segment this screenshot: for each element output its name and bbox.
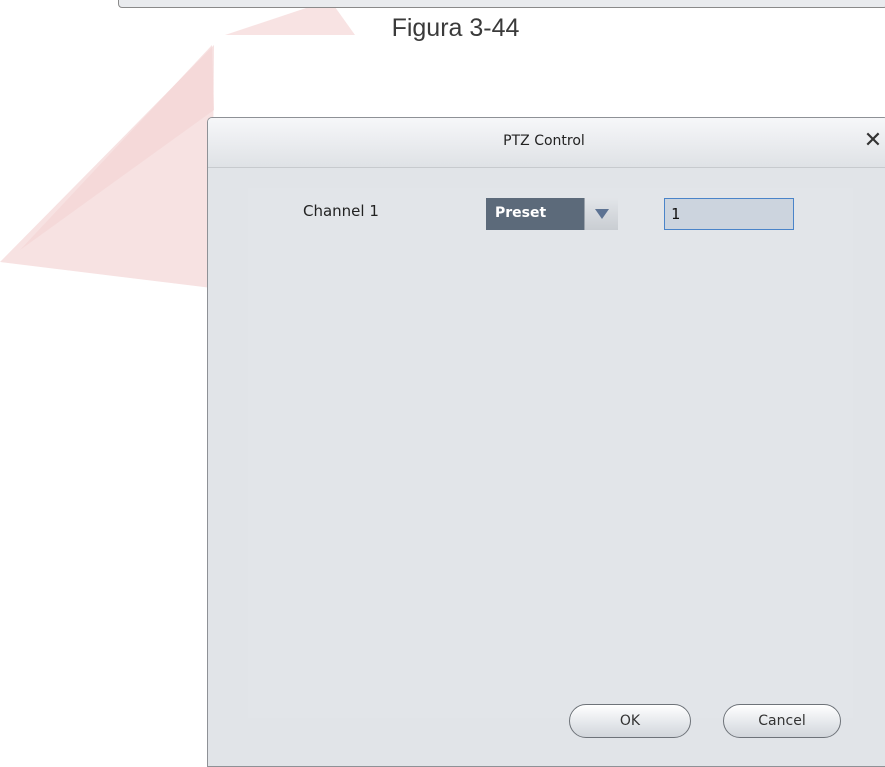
cancel-button[interactable]: Cancel: [723, 704, 841, 738]
close-icon[interactable]: ✕: [860, 128, 885, 154]
dropdown-button[interactable]: [584, 198, 618, 230]
ptz-mode-selected-value: Preset: [495, 205, 547, 221]
dialog-body-panel: [248, 188, 853, 718]
dialog-title: PTZ Control: [503, 133, 585, 149]
channel-label: Channel 1: [303, 202, 379, 220]
figure-caption: Figura 3-44: [391, 14, 520, 42]
ptz-mode-select[interactable]: Preset: [486, 198, 618, 230]
chevron-down-icon: [595, 209, 609, 219]
ptz-control-dialog: PTZ Control ✕ Channel 1 Preset OK Cancel: [207, 117, 885, 767]
previous-figure-window-edge: [118, 0, 885, 8]
preset-number-input[interactable]: [664, 198, 794, 230]
ok-button[interactable]: OK: [569, 704, 691, 738]
dialog-titlebar: PTZ Control ✕: [208, 118, 885, 168]
